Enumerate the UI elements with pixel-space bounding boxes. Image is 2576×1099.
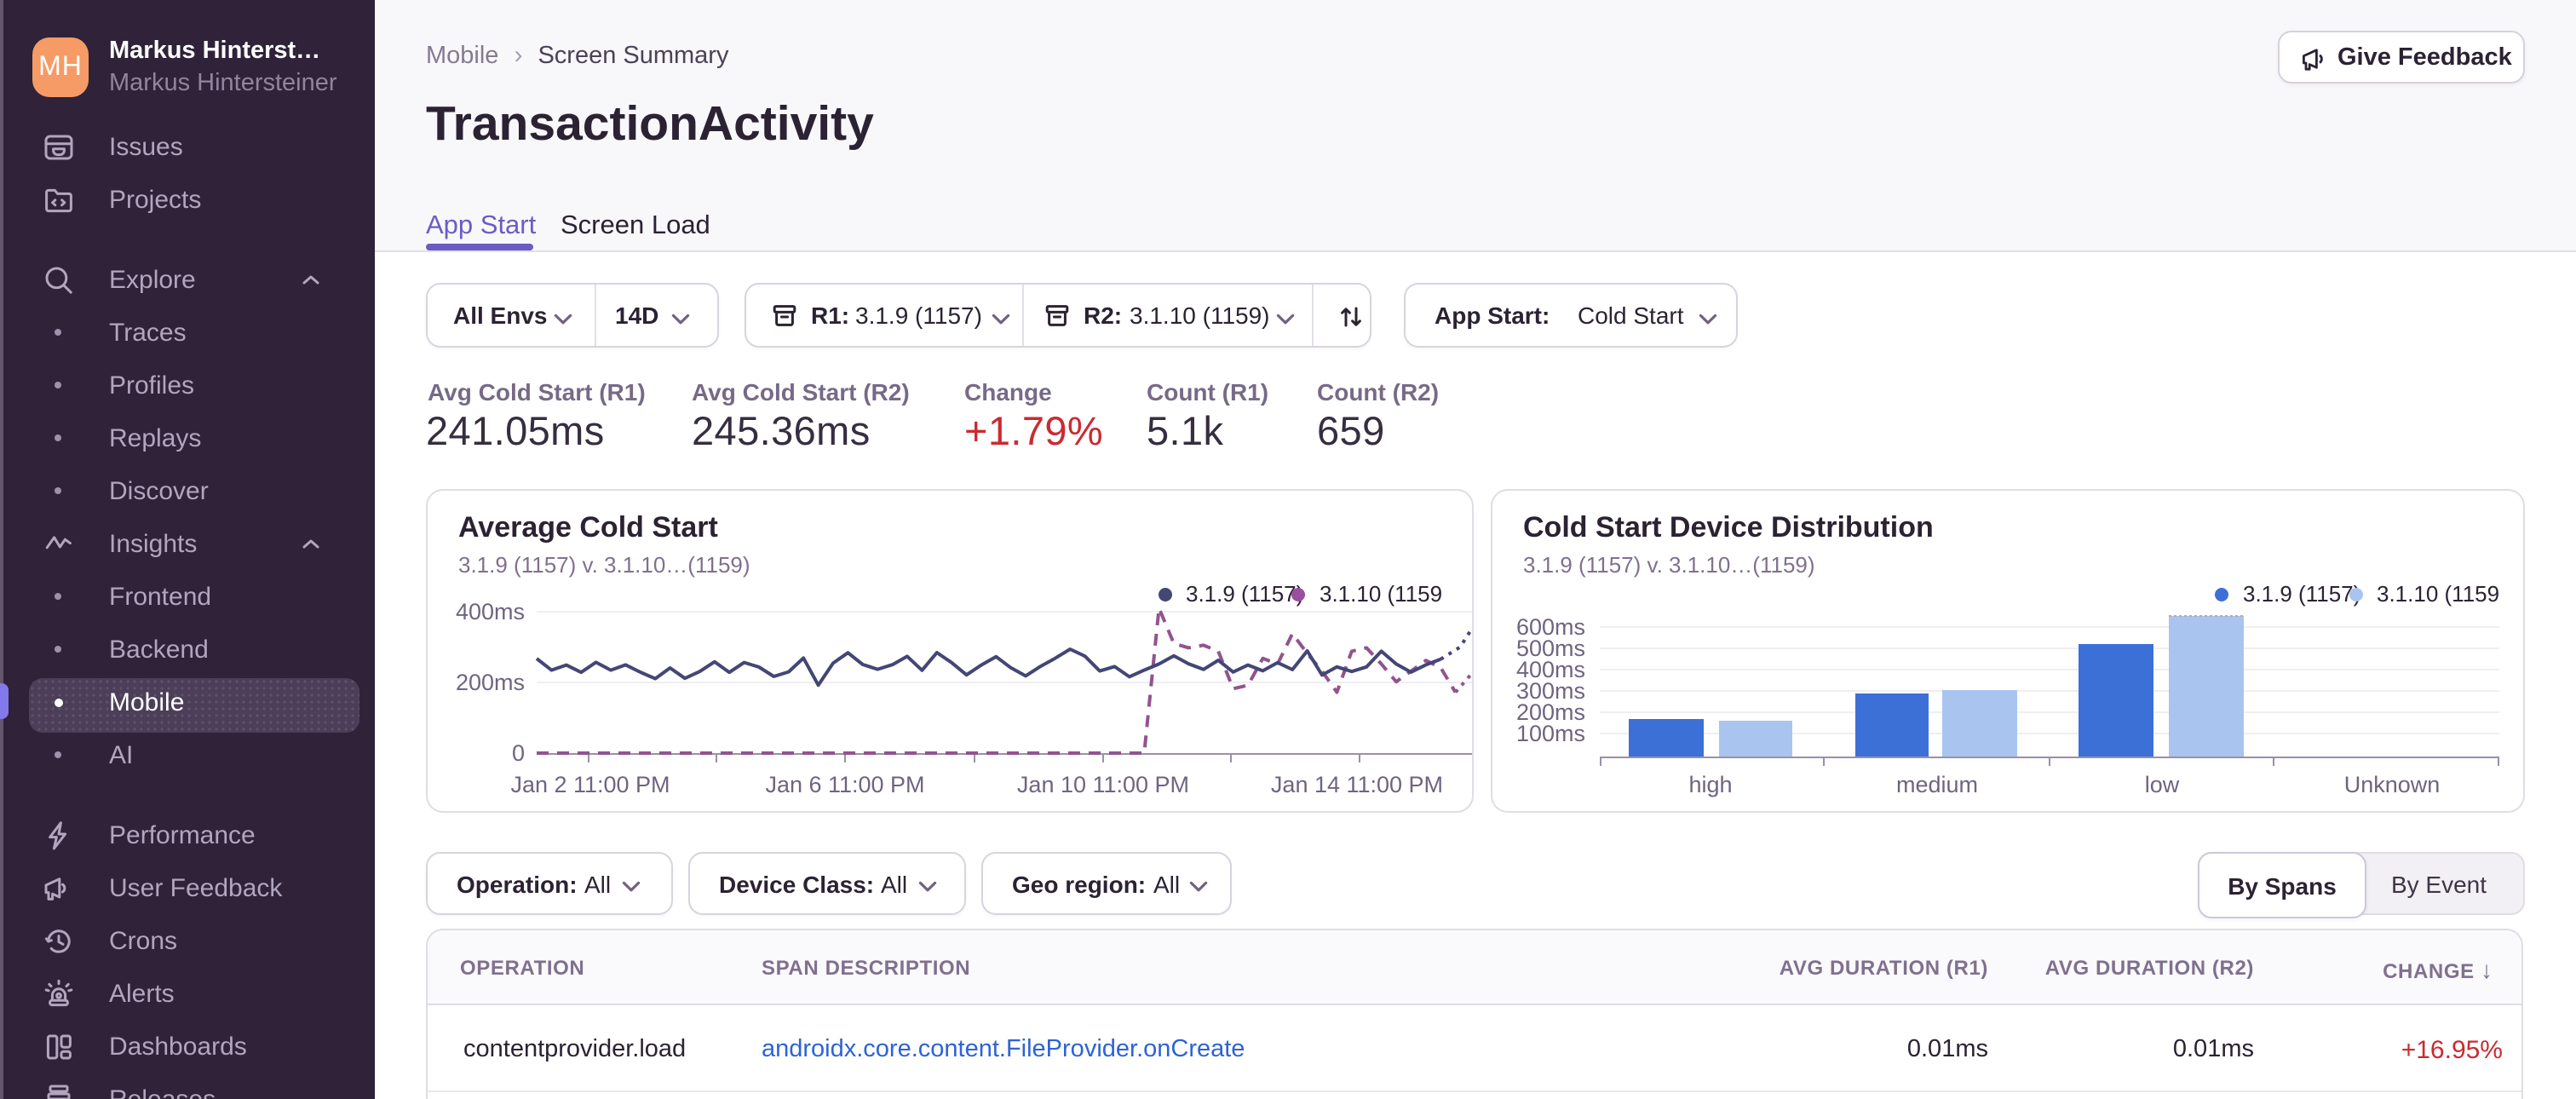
svg-text:Jan 14 11:00 PM: Jan 14 11:00 PM	[1271, 772, 1443, 797]
svg-text:Jan 2 11:00 PM: Jan 2 11:00 PM	[510, 772, 670, 797]
svg-text:high: high	[1688, 772, 1732, 797]
svg-text:Jan 10 11:00 PM: Jan 10 11:00 PM	[1017, 772, 1189, 797]
svg-text:Jan 6 11:00 PM: Jan 6 11:00 PM	[765, 772, 924, 797]
svg-text:medium: medium	[1896, 772, 1978, 797]
svg-text:0: 0	[512, 740, 525, 766]
svg-text:Unknown: Unknown	[2344, 772, 2441, 797]
svg-text:200ms: 200ms	[456, 670, 525, 695]
svg-text:100ms: 100ms	[1516, 721, 1585, 746]
svg-text:400ms: 400ms	[456, 599, 525, 624]
svg-text:low: low	[2145, 772, 2180, 797]
